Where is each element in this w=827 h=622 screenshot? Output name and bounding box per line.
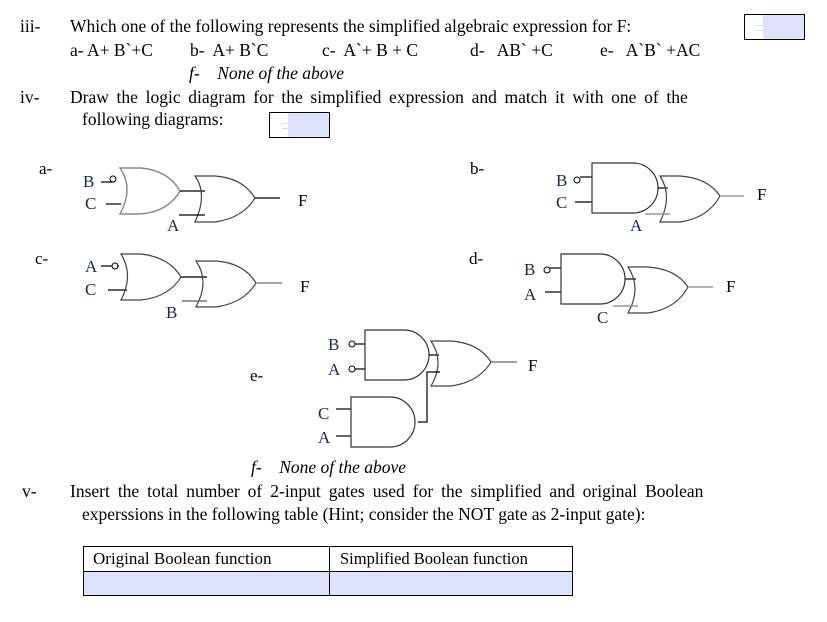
q5-question-line1: Insert the total number of 2-input gates… — [70, 481, 704, 501]
input-c-label: C — [597, 308, 608, 327]
q5-question-line2: experssions in the following table (Hint… — [82, 504, 646, 524]
output-f-label: F — [298, 191, 307, 210]
input-b-label: B — [524, 260, 535, 279]
inverter-bubble-icon — [543, 266, 551, 274]
input-b-label: B — [166, 303, 177, 322]
diagram-b-key: b- — [470, 159, 485, 178]
option-text: None of the above — [279, 457, 407, 477]
diagram-c-key: c- — [35, 249, 49, 268]
input-a-label: A — [318, 428, 331, 447]
input-a-label: A — [524, 285, 537, 304]
diagram-e[interactable]: e- B A F C A — [250, 329, 537, 448]
wire — [418, 371, 440, 423]
and-gate-icon — [350, 396, 416, 448]
input-a-label: A — [167, 216, 180, 235]
input-b-label: B — [328, 335, 339, 354]
q4-option-f: f- None of the above — [251, 457, 407, 477]
input-c-label: C — [318, 404, 329, 423]
inverter-bubble-icon — [348, 340, 356, 348]
q5-number: v- — [22, 481, 37, 501]
table-header-row: Original Boolean function Simplified Boo… — [83, 546, 573, 572]
gate-count-table: Original Boolean function Simplified Boo… — [83, 546, 573, 596]
or-gate-icon — [118, 167, 181, 215]
inverter-bubble-icon — [109, 175, 117, 183]
and-gate-icon — [591, 162, 659, 214]
output-f-label: F — [300, 277, 309, 296]
and-gate-icon — [364, 329, 430, 381]
and-gate-icon — [560, 253, 626, 305]
input-a-label: A — [630, 216, 643, 235]
or-gate-icon — [429, 340, 492, 387]
input-c-label: C — [85, 280, 96, 299]
input-b-label: B — [83, 172, 94, 191]
header-simplified: Simplified Boolean function — [329, 546, 573, 572]
inverter-bubble-icon — [348, 365, 356, 373]
inverter-bubble-icon — [573, 176, 581, 184]
input-a-label: A — [328, 360, 341, 379]
diagram-a-key: a- — [39, 159, 53, 178]
inverter-bubble-icon — [111, 262, 119, 270]
output-f-label: F — [726, 277, 735, 296]
input-c-label: C — [556, 193, 567, 212]
or-gate-icon — [194, 260, 257, 308]
option-key: f- — [251, 457, 262, 477]
or-gate-icon — [119, 253, 182, 301]
diagram-c[interactable]: c- A C B F — [35, 249, 309, 322]
simplified-count-field[interactable] — [329, 571, 573, 596]
or-gate-icon — [658, 175, 721, 223]
diagram-d[interactable]: d- B A C F — [469, 249, 735, 327]
diagram-a[interactable]: a- B C A F — [39, 159, 307, 235]
diagram-d-key: d- — [469, 249, 484, 268]
header-original: Original Boolean function — [83, 546, 330, 572]
original-count-field[interactable] — [83, 571, 330, 596]
input-a-label: A — [85, 257, 98, 276]
diagram-e-key: e- — [250, 366, 264, 385]
output-f-label: F — [528, 356, 537, 375]
logic-diagrams: a- B C A F b- B C A F c- A C B F d- B A … — [35, 159, 766, 448]
input-c-label: C — [85, 194, 96, 213]
table-row — [83, 571, 573, 596]
input-b-label: B — [556, 171, 567, 190]
diagram-b[interactable]: b- B C A F — [470, 159, 766, 235]
output-f-label: F — [757, 185, 766, 204]
